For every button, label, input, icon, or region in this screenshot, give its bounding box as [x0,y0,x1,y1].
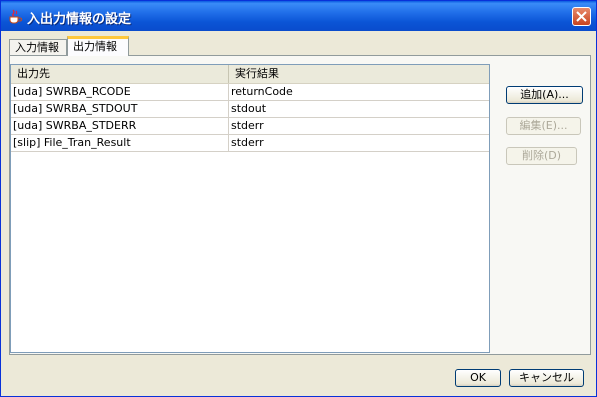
window-title: 入出力情報の設定 [27,12,132,27]
cancel-button[interactable]: キャンセル [509,369,584,387]
output-info-panel: 出力先 実行結果 [uda] SWRBA_RCODE returnCode [u… [9,55,591,355]
close-icon [576,11,587,22]
table-row[interactable]: [uda] SWRBA_STDOUT stdout [11,101,489,118]
table-cell: stderr [231,136,264,149]
title-bar[interactable]: 入出力情報の設定 [1,1,596,31]
column-header-destination[interactable]: 出力先 [11,65,229,83]
table-row[interactable]: [uda] SWRBA_STDERR stderr [11,118,489,135]
add-button[interactable]: 追加(A)... [506,86,583,104]
ok-button[interactable]: OK [455,369,501,387]
table-header: 出力先 実行結果 [11,65,489,84]
table-cell: returnCode [231,85,293,98]
close-button[interactable] [572,7,591,26]
java-cup-icon [7,8,23,24]
edit-button[interactable]: 編集(E)... [506,117,581,135]
table-row[interactable]: [slip] File_Tran_Result stderr [11,135,489,152]
table-cell: stdout [231,102,267,115]
table-cell: [slip] File_Tran_Result [11,135,229,151]
table-row[interactable]: [uda] SWRBA_RCODE returnCode [11,84,489,101]
tab-output-info[interactable]: 出力情報 [67,36,129,56]
table-cell: [uda] SWRBA_STDOUT [11,101,229,117]
column-header-result[interactable]: 実行結果 [229,65,489,83]
table-cell: stderr [231,119,264,132]
tab-input-info[interactable]: 入力情報 [9,39,67,55]
table-cell: [uda] SWRBA_STDERR [11,118,229,134]
delete-button[interactable]: 削除(D) [506,147,577,165]
settings-dialog: 入出力情報の設定 出力先 実行結果 [uda] SWRBA_RCODE retu… [0,0,597,397]
table-cell: [uda] SWRBA_RCODE [11,84,229,100]
output-table[interactable]: 出力先 実行結果 [uda] SWRBA_RCODE returnCode [u… [10,64,490,353]
